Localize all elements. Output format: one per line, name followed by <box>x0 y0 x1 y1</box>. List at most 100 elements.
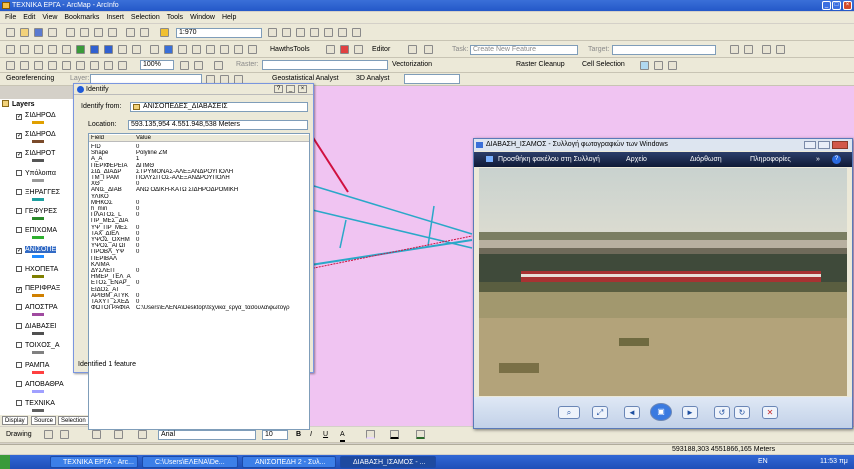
georeferencing-menu[interactable]: Georeferencing <box>6 74 54 84</box>
target-dropdown[interactable] <box>612 45 716 55</box>
rotate-tool-icon[interactable] <box>744 45 753 54</box>
info-menu[interactable]: Πληροφορίες <box>750 152 791 167</box>
layer-visibility-checkbox[interactable]: ✓ <box>16 286 22 293</box>
layer-visibility-checkbox[interactable]: ✓ <box>16 114 22 120</box>
fix-menu[interactable]: Διόρθωση <box>690 152 722 167</box>
paste-icon[interactable] <box>94 28 103 37</box>
layer-visibility-checkbox[interactable] <box>16 265 22 272</box>
layer-visibility-checkbox[interactable]: ✓ <box>16 133 22 140</box>
cell-deselect-icon[interactable] <box>654 61 663 70</box>
toc-layer-item[interactable]: ✓ ΑΝΙΣΟΠΕ <box>2 245 57 255</box>
toc-layer-item[interactable]: ΑΠΟΒΑΘΡΑ <box>2 380 64 389</box>
python-icon[interactable] <box>324 28 333 37</box>
layer-visibility-checkbox[interactable]: ✓ <box>16 152 22 159</box>
select-elements-icon[interactable] <box>150 45 159 54</box>
language-indicator[interactable]: EN <box>758 457 768 467</box>
minimize-button[interactable]: _ <box>822 1 831 10</box>
more-chevron-icon[interactable]: » <box>816 152 820 167</box>
forward-icon[interactable] <box>104 45 113 54</box>
layer-visibility-checkbox[interactable] <box>16 361 22 368</box>
change-layout-icon[interactable] <box>194 61 203 70</box>
toc-layer-item[interactable]: ΑΠΟΣΤΡΑ <box>2 303 58 312</box>
fill-color-icon[interactable] <box>366 430 375 439</box>
layout-zoom-in-icon[interactable] <box>6 61 15 70</box>
identify-from-dropdown[interactable]: ΑΝΙΣΟΠΕΔΕΣ_ΔΙΑΒΑΣΕΙΣ <box>130 102 308 112</box>
file-menu[interactable]: Αρχείο <box>626 152 647 167</box>
toc-layer-item[interactable]: ΤΕΧΝΙΚΑ <box>2 399 55 408</box>
layout-fixed-zoom-icon[interactable] <box>104 61 113 70</box>
selected-polyline[interactable] <box>303 235 473 271</box>
layer-visibility-checkbox[interactable] <box>16 188 22 195</box>
menu-view[interactable]: View <box>42 12 57 23</box>
cell-selection-menu[interactable]: Cell Selection <box>582 60 625 70</box>
layer-visibility-checkbox[interactable] <box>16 380 22 387</box>
3d-layer-dropdown[interactable] <box>404 74 460 84</box>
html-popup-icon[interactable] <box>234 45 243 54</box>
sketch-properties-icon[interactable] <box>776 45 785 54</box>
clear-selection-icon[interactable] <box>132 45 141 54</box>
road-edge-middle[interactable] <box>303 207 473 249</box>
rectangle-draw-icon[interactable] <box>92 430 101 439</box>
font-dropdown[interactable]: Arial <box>158 430 256 440</box>
toolbox-icon[interactable] <box>310 28 319 37</box>
identify-icon[interactable] <box>164 45 173 54</box>
toc-layer-item[interactable]: ΡΑΜΠΑ <box>2 361 49 370</box>
delete-icon[interactable] <box>108 28 117 37</box>
zoom-whole-page-icon[interactable] <box>48 61 57 70</box>
marker-color-icon[interactable] <box>416 430 425 439</box>
toc-layer-item[interactable]: Υπόλοιπα <box>2 169 56 178</box>
hyperlink-icon[interactable] <box>220 45 229 54</box>
bold-button[interactable]: B <box>296 430 301 440</box>
editor-toolbar-icon[interactable] <box>268 28 277 37</box>
layout-zoom-percent[interactable]: 100% <box>140 60 174 70</box>
model-builder-icon[interactable] <box>338 28 347 37</box>
rotate-draw-icon[interactable] <box>60 430 69 439</box>
sketch-tool-icon[interactable] <box>424 45 433 54</box>
close-button[interactable]: × <box>843 1 852 10</box>
task-gallery-1[interactable]: ΑΝΙΣΟΠΕΔΗ 2 - Συλ... <box>242 456 336 468</box>
effects-icon[interactable] <box>214 61 223 70</box>
menu-selection[interactable]: Selection <box>131 12 160 23</box>
rotate-right-icon[interactable]: ↻ <box>734 406 750 419</box>
tab-source[interactable]: Source <box>31 416 57 425</box>
toc-layer-item[interactable]: ΕΠΙΧΩΜΑ <box>2 226 57 235</box>
toc-layer-item[interactable]: ✓ ΣΙΔΗΡΟΔ <box>2 130 56 140</box>
undo-icon[interactable] <box>126 28 135 37</box>
slideshow-icon[interactable]: ▣ <box>650 403 672 421</box>
toc-root-layers[interactable]: Layers <box>2 100 35 109</box>
attributes-icon[interactable] <box>762 45 771 54</box>
toc-layer-item[interactable]: ΔΙΑΒΑΣΕΙ <box>2 322 57 331</box>
layout-zoom-out-icon[interactable] <box>20 61 29 70</box>
task-dropdown[interactable]: Create New Feature <box>470 45 578 55</box>
fixed-zoom-in-icon[interactable] <box>34 45 43 54</box>
maximize-button[interactable]: □ <box>832 1 841 10</box>
time-slider-icon[interactable] <box>248 45 257 54</box>
identify-help-button[interactable]: ? <box>274 85 283 93</box>
layer-visibility-checkbox[interactable] <box>16 342 22 349</box>
cell-fill-icon[interactable] <box>668 61 677 70</box>
menu-edit[interactable]: Edit <box>23 12 35 23</box>
copy-icon[interactable] <box>80 28 89 37</box>
menu-tools[interactable]: Tools <box>167 12 183 23</box>
zoom-100-icon[interactable] <box>62 61 71 70</box>
line-color-icon[interactable] <box>390 430 399 439</box>
help-icon[interactable] <box>352 28 361 37</box>
font-size-dropdown[interactable]: 10 <box>262 430 288 440</box>
crossing-line-2[interactable] <box>427 205 435 247</box>
redo-icon[interactable] <box>140 28 149 37</box>
back-icon[interactable] <box>90 45 99 54</box>
menu-file[interactable]: File <box>5 12 16 23</box>
3d-analyst-menu[interactable]: 3D Analyst <box>356 74 389 84</box>
rail-feature-red[interactable] <box>311 135 349 193</box>
edit-vertices-icon[interactable] <box>138 430 147 439</box>
zoom-icon[interactable]: ⌕ <box>558 406 580 419</box>
attribute-row[interactable]: ΦΩΤΟΓΡΑΦΙΑ C:\Users\ΕΛΕΝΑ\Desktop\τεχνικα… <box>89 305 309 312</box>
road-edge-top[interactable] <box>313 185 473 235</box>
delete-photo-icon[interactable]: ✕ <box>762 406 778 419</box>
tab-display[interactable]: Display <box>2 416 28 425</box>
layer-visibility-checkbox[interactable] <box>16 169 22 176</box>
split-tool-icon[interactable] <box>730 45 739 54</box>
hawths-tool-3-icon[interactable] <box>354 45 363 54</box>
layout-pan-icon[interactable] <box>34 61 43 70</box>
layer-visibility-checkbox[interactable] <box>16 323 22 330</box>
